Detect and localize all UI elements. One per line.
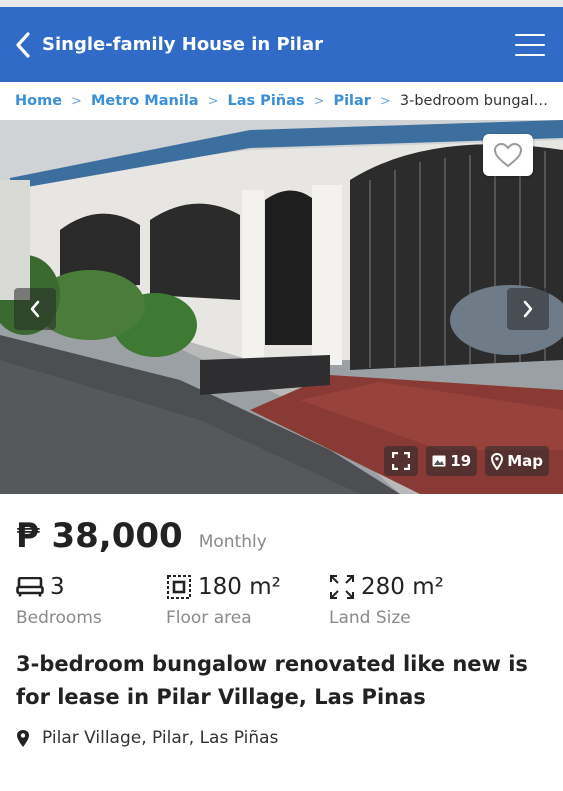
hamburger-menu-button[interactable] [513,30,547,60]
breadcrumb-las-pinas[interactable]: Las Piñas [227,93,304,109]
floor-area-icon [167,575,191,599]
bedrooms-label: Bedrooms [16,608,102,628]
menu-line [515,43,545,46]
heart-outline-icon [493,142,523,168]
previous-photo-button[interactable] [14,288,56,330]
bedrooms-stat: 3 Bedrooms [16,574,166,628]
listing-photo-gallery[interactable]: 19 Map [0,120,563,494]
next-photo-button[interactable] [507,288,549,330]
property-stats: 3 Bedrooms 180 m² Floor area 280 m² Land… [0,556,563,628]
bedrooms-value: 3 [50,574,65,600]
listing-price: ₱ 38,000 [16,516,183,556]
breadcrumb-separator-icon: > [313,93,325,109]
image-icon [432,455,446,467]
menu-line [515,53,545,56]
photo-tools: 19 Map [384,446,549,476]
breadcrumb-separator-icon: > [71,93,82,109]
status-strip [0,0,563,7]
house-photo [0,120,563,494]
chevron-right-icon [523,300,533,318]
photo-count: 19 [450,452,472,470]
menu-line [515,33,545,36]
back-button[interactable] [12,28,34,62]
fullscreen-button[interactable] [384,446,419,476]
land-size-value: 280 m² [361,574,444,600]
chevron-left-icon [16,31,30,58]
floor-area-value: 180 m² [198,574,281,600]
chevron-left-icon [30,300,40,318]
breadcrumb: Home > Metro Manila > Las Piñas > Pilar … [0,82,563,120]
expand-icon [392,452,411,470]
land-size-stat: 280 m² Land Size [329,574,444,628]
price-row: ₱ 38,000 Monthly [0,494,563,556]
favorite-button[interactable] [483,134,533,176]
location-text: Pilar Village, Pilar, Las Piñas [42,728,279,748]
breadcrumb-metro-manila[interactable]: Metro Manila [91,93,199,109]
map-pin-icon [491,452,504,470]
breadcrumb-separator-icon: > [379,93,391,109]
photo-count-button[interactable]: 19 [426,446,478,476]
map-label: Map [507,452,543,470]
map-marker-icon [17,729,29,747]
breadcrumb-separator-icon: > [207,93,219,109]
top-app-bar: Single-family House in Pilar [0,7,563,82]
listing-title: 3-bedroom bungalow renovated like new is… [16,652,528,709]
listing-location[interactable]: Pilar Village, Pilar, Las Piñas [0,714,563,748]
floor-area-label: Floor area [166,608,252,628]
breadcrumb-current: 3-bedroom bungalow r... [399,93,548,109]
page-title: Single-family House in Pilar [42,34,323,55]
map-button[interactable]: Map [485,446,549,476]
floor-area-stat: 180 m² Floor area [166,574,329,628]
breadcrumb-pilar[interactable]: Pilar [333,93,371,109]
price-period: Monthly [198,532,267,552]
bed-icon [16,577,44,597]
land-size-label: Land Size [329,608,411,628]
breadcrumb-home[interactable]: Home [15,93,62,109]
land-size-icon [330,575,354,599]
